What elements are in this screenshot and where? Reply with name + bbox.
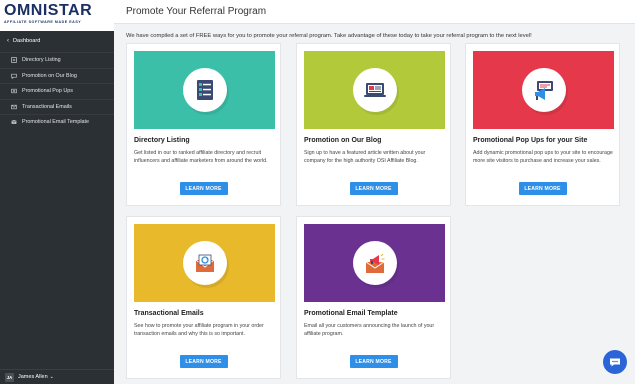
back-to-dashboard-link[interactable]: ‹ Dashboard [0,34,114,48]
card-description: Get listed in our to ranked affiliate di… [134,150,268,164]
sidebar-nav: Directory Listing Promotion on Our Blog … [0,52,114,130]
sidebar-item-transactional-emails[interactable]: Transactional Emails [0,98,114,115]
card-description: See how to promote your affiliate progra… [134,323,264,337]
megaphone-popup-icon [521,68,566,112]
card-transactional-emails: Transactional Emails See how to promote … [126,216,281,379]
chevron-down-icon: ⌄ [49,374,54,380]
card-title: Transactional Emails [134,310,204,317]
card-banner [304,224,445,302]
megaphone-envelope-icon [352,241,397,285]
card-promotional-popups: Promotional Pop Ups for your Site Add dy… [465,43,620,206]
page-title: Promote Your Referral Program [126,6,267,17]
sidebar-item-label: Directory Listing [22,57,61,64]
card-title: Promotional Email Template [304,310,398,317]
comment-icon [10,73,17,79]
card-title: Promotion on Our Blog [304,137,382,144]
sidebar-item-label: Promotional Pop Ups [22,88,73,95]
sidebar-item-promotional-popups[interactable]: Promotional Pop Ups [0,83,114,99]
sidebar-item-directory-listing[interactable]: Directory Listing [0,52,114,68]
card-title: Promotional Pop Ups for your Site [473,137,588,144]
main-content: Promote Your Referral Program We have co… [114,0,635,384]
brand-tagline: AFFILIATE SOFTWARE MADE EASY [4,20,82,24]
popup-icon [10,88,17,94]
chat-bubble-icon [610,358,620,367]
avatar: JA [5,372,14,382]
card-description: Sign up to have a featured article writt… [304,150,426,164]
list-icon [10,57,17,64]
brand-logo[interactable]: OMNISTAR AFFILIATE SOFTWARE MADE EASY [0,0,114,31]
email-refresh-icon [182,241,227,285]
learn-more-button[interactable]: LEARN MORE [179,182,228,195]
user-menu[interactable]: JA James Allen ⌄ [0,369,114,384]
card-banner [134,224,275,302]
card-banner [134,51,275,129]
brand-name: OMNISTAR [4,2,93,19]
envelope-icon [10,119,17,125]
learn-more-button[interactable]: LEARN MORE [179,355,228,368]
chevron-left-icon: ‹ [7,38,9,44]
card-banner [473,51,614,129]
card-title: Directory Listing [134,137,190,144]
user-name: James Allen [18,374,48,380]
email-icon [10,104,17,110]
dashboard-label: Dashboard [13,38,41,44]
card-promotion-blog: Promotion on Our Blog Sign up to have a … [296,43,451,206]
sidebar-item-label: Transactional Emails [22,103,72,110]
learn-more-button[interactable]: LEARN MORE [349,355,398,368]
directory-list-icon [182,68,227,112]
sidebar-item-promotion-blog[interactable]: Promotion on Our Blog [0,67,114,84]
sidebar-item-label: Promotion on Our Blog [22,72,77,79]
intro-text: We have compiled a set of FREE ways for … [126,33,532,39]
learn-more-button[interactable]: LEARN MORE [518,182,567,195]
page-header: Promote Your Referral Program [114,0,635,24]
learn-more-button[interactable]: LEARN MORE [349,182,398,195]
card-description: Add dynamic promotional pop ups to your … [473,150,613,164]
card-description: Email all your customers announcing the … [304,323,435,337]
sidebar-item-promotional-email-template[interactable]: Promotional Email Template [0,114,114,130]
sidebar: OMNISTAR AFFILIATE SOFTWARE MADE EASY ‹ … [0,0,114,384]
sidebar-item-label: Promotional Email Template [22,119,90,126]
card-promotional-email-template: Promotional Email Template Email all you… [296,216,451,379]
chat-widget-button[interactable] [603,350,627,374]
blog-laptop-icon [352,68,397,112]
card-directory-listing: Directory Listing Get listed in our to r… [126,43,281,206]
card-banner [304,51,445,129]
